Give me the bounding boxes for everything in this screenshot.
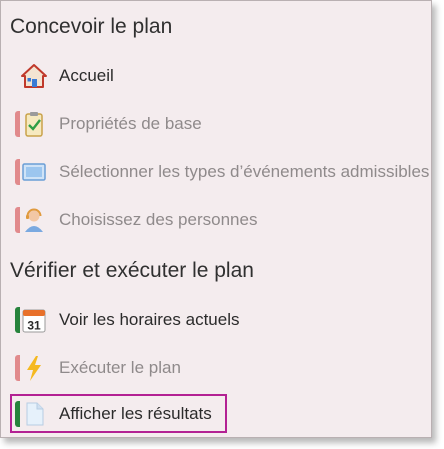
nav-item-view-schedules-label: Voir les horaires actuels bbox=[59, 310, 240, 329]
lightning-icon bbox=[27, 356, 41, 381]
nav-item-basic-properties-icon-wrap bbox=[15, 109, 49, 139]
nav-item-select-event-types-label: Sélectionner les types d’événements admi… bbox=[59, 162, 430, 181]
monitor-icon bbox=[22, 163, 46, 181]
nav-item-view-schedules[interactable]: 31 Voir les horaires actuels bbox=[15, 305, 431, 335]
nav-item-run-plan-icon-wrap bbox=[15, 353, 49, 383]
navigation-panel: Concevoir le plan Accueil Propriétés de … bbox=[0, 0, 432, 438]
section-title-design: Concevoir le plan bbox=[10, 15, 173, 38]
nav-item-home-label: Accueil bbox=[59, 66, 114, 85]
selection-highlight bbox=[10, 394, 227, 433]
nav-item-run-plan[interactable]: Exécuter le plan bbox=[15, 353, 431, 383]
person-headset-icon bbox=[25, 208, 43, 232]
calendar-icon: 31 bbox=[22, 309, 46, 333]
nav-item-home-icon-wrap bbox=[15, 61, 49, 91]
section-title-verify: Vérifier et exécuter le plan bbox=[10, 259, 254, 282]
nav-item-basic-properties-label: Propriétés de base bbox=[59, 114, 202, 133]
nav-item-choose-people-icon-wrap bbox=[15, 205, 49, 235]
clipboard-check-icon bbox=[25, 112, 43, 137]
nav-item-choose-people-label: Choisissez des personnes bbox=[59, 210, 258, 229]
nav-item-basic-properties[interactable]: Propriétés de base bbox=[15, 109, 431, 139]
nav-item-run-plan-label: Exécuter le plan bbox=[59, 358, 181, 377]
calendar-day: 31 bbox=[27, 319, 41, 333]
home-icon bbox=[21, 64, 47, 88]
nav-item-select-event-types[interactable]: Sélectionner les types d’événements admi… bbox=[15, 157, 431, 187]
nav-item-select-event-types-icon-wrap bbox=[15, 157, 49, 187]
nav-item-home[interactable]: Accueil bbox=[15, 61, 431, 91]
nav-item-view-schedules-icon-wrap: 31 bbox=[15, 305, 49, 335]
nav-item-choose-people[interactable]: Choisissez des personnes bbox=[15, 205, 431, 235]
